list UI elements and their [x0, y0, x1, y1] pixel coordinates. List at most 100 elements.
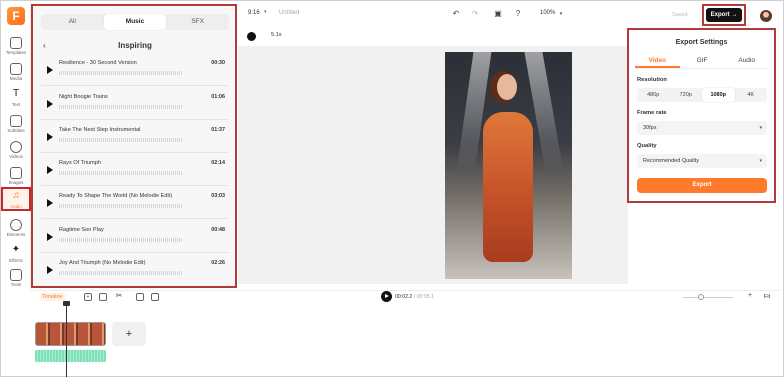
- chevron-down-icon[interactable]: ▾: [264, 9, 267, 15]
- track-row[interactable]: Ready To Shape The World (No Melodie Edi…: [41, 191, 229, 219]
- play-icon[interactable]: [47, 199, 53, 207]
- track-row[interactable]: Joy And Triumph (No Melodie Edit) 02:26: [41, 258, 229, 286]
- avatar[interactable]: [760, 10, 772, 22]
- track-name: Rays Of Triumph: [59, 160, 101, 166]
- track-row[interactable]: Night Boogie Trains 01:06: [41, 92, 229, 120]
- tab-all[interactable]: All: [41, 14, 104, 30]
- rail-item-elements[interactable]: Elements: [1, 217, 31, 243]
- delete-icon[interactable]: [151, 293, 159, 301]
- preview-icon[interactable]: ▣: [493, 9, 503, 19]
- videos-icon: [10, 141, 22, 153]
- waveform: [59, 204, 183, 208]
- quality-select[interactable]: Recommended Quality ▾: [637, 154, 767, 168]
- background-color-swatch[interactable]: [247, 32, 256, 41]
- track-duration: 01:06: [211, 94, 225, 100]
- redo-icon[interactable]: ↷: [470, 9, 480, 19]
- timeline-toolbar: Timeline + ✂ 00:02.2 / 00:05.1 + Fit: [31, 290, 781, 304]
- project-title[interactable]: Untitled: [279, 10, 299, 16]
- track-duration: 01:37: [211, 127, 225, 133]
- timeline-zoom-slider[interactable]: [683, 297, 733, 298]
- divider: [41, 252, 229, 253]
- tab-video[interactable]: Video: [635, 55, 680, 68]
- images-icon: [10, 167, 22, 179]
- rail-item-media[interactable]: Media: [1, 61, 31, 87]
- resolution-480p[interactable]: 480p: [637, 88, 670, 102]
- tab-music[interactable]: Music: [103, 14, 167, 30]
- rail-item-audio[interactable]: ♫ Audio: [1, 187, 31, 211]
- zoom-level[interactable]: 100%: [540, 10, 555, 16]
- help-icon[interactable]: ?: [513, 9, 523, 19]
- play-icon[interactable]: [47, 100, 53, 108]
- track-name: Night Boogie Trains: [59, 94, 108, 100]
- playhead[interactable]: [66, 302, 67, 377]
- play-icon[interactable]: [47, 166, 53, 174]
- rail-item-subtitles[interactable]: Subtitles: [1, 113, 31, 139]
- duration-chip[interactable]: 5.1s: [271, 32, 282, 38]
- zoom-slider-handle[interactable]: [698, 294, 704, 300]
- effects-icon: ✦: [11, 244, 21, 255]
- waveform: [59, 238, 183, 242]
- rail-item-templates[interactable]: Templates: [1, 35, 31, 61]
- time-readout: 00:02.2 / 00:05.1: [395, 294, 434, 300]
- waveform: [59, 105, 183, 109]
- duplicate-icon[interactable]: [136, 293, 144, 301]
- tab-gif[interactable]: GIF: [680, 55, 725, 68]
- rail-item-label: Videos: [9, 154, 23, 159]
- resolution-4k[interactable]: 4K: [735, 88, 768, 102]
- rail-item-effects[interactable]: ✦ Effects: [1, 243, 31, 269]
- export-highlight: Export →: [702, 4, 746, 26]
- library-tab-bar: All Music SFX: [41, 14, 229, 30]
- rail-item-label: Elements: [6, 232, 26, 237]
- chevron-down-icon: ▾: [759, 158, 762, 164]
- play-icon[interactable]: [47, 66, 53, 74]
- back-chevron-icon[interactable]: ‹: [43, 41, 46, 50]
- zoom-in-icon[interactable]: +: [746, 292, 754, 301]
- frame-rate-value: 30fps: [643, 125, 657, 131]
- split-icon[interactable]: [99, 293, 107, 301]
- chevron-down-icon[interactable]: ▾: [556, 9, 566, 19]
- media-icon: [10, 63, 22, 75]
- resolution-selector: 480p 720p 1080p 4K: [637, 88, 767, 102]
- rail-item-tools[interactable]: Tools: [1, 267, 31, 293]
- video-preview[interactable]: [445, 52, 572, 279]
- play-icon[interactable]: [47, 233, 53, 241]
- divider: [41, 218, 229, 219]
- export-confirm-button[interactable]: Export: [637, 178, 767, 193]
- export-button[interactable]: Export →: [706, 8, 742, 22]
- track-row[interactable]: Take The Next Step Instrumental 01:37: [41, 125, 229, 153]
- rail-item-videos[interactable]: Videos: [1, 139, 31, 165]
- play-icon[interactable]: [47, 133, 53, 141]
- timeline-label[interactable]: Timeline: [39, 293, 66, 301]
- resolution-1080p[interactable]: 1080p: [702, 88, 735, 102]
- add-clip-button[interactable]: +: [112, 322, 146, 346]
- resolution-720p[interactable]: 720p: [670, 88, 703, 102]
- frame-rate-select[interactable]: 30fps ▾: [637, 121, 767, 135]
- track-name: Ready To Shape The World (No Melodie Edi…: [59, 193, 173, 199]
- export-format-tabs: Video GIF Audio: [635, 55, 769, 69]
- fit-button[interactable]: Fit: [764, 294, 770, 300]
- rail-item-label: Media: [9, 76, 23, 81]
- play-button[interactable]: [381, 291, 392, 302]
- app-logo[interactable]: F: [7, 7, 25, 25]
- track-row[interactable]: Ragtime Son Play 00:48: [41, 225, 229, 253]
- track-row[interactable]: Resilience - 30 Second Version 00:30: [41, 58, 229, 86]
- divider: [41, 185, 229, 186]
- popup-title: Export Settings: [675, 39, 728, 46]
- scissors-icon[interactable]: ✂: [115, 292, 123, 301]
- play-icon[interactable]: [47, 266, 53, 274]
- tab-sfx[interactable]: SFX: [166, 14, 229, 30]
- rail-item-text[interactable]: T Text: [1, 87, 31, 113]
- video-clip[interactable]: [35, 322, 106, 346]
- playlist-title: Inspiring: [118, 41, 152, 50]
- add-track-icon[interactable]: +: [84, 293, 92, 301]
- aspect-ratio-select[interactable]: 9:16: [248, 10, 260, 16]
- audio-icon: ♫: [12, 190, 20, 201]
- canvas-controls: 5.1s: [245, 30, 625, 44]
- frame-rate-label: Frame rate: [637, 110, 667, 116]
- tab-audio[interactable]: Audio: [724, 55, 769, 68]
- rail-item-label: Subtitles: [7, 128, 25, 133]
- undo-icon[interactable]: ↶: [451, 9, 461, 19]
- track-row[interactable]: Rays Of Triumph 02:14: [41, 158, 229, 186]
- chevron-down-icon: ▾: [759, 125, 762, 131]
- audio-clip[interactable]: [35, 350, 106, 362]
